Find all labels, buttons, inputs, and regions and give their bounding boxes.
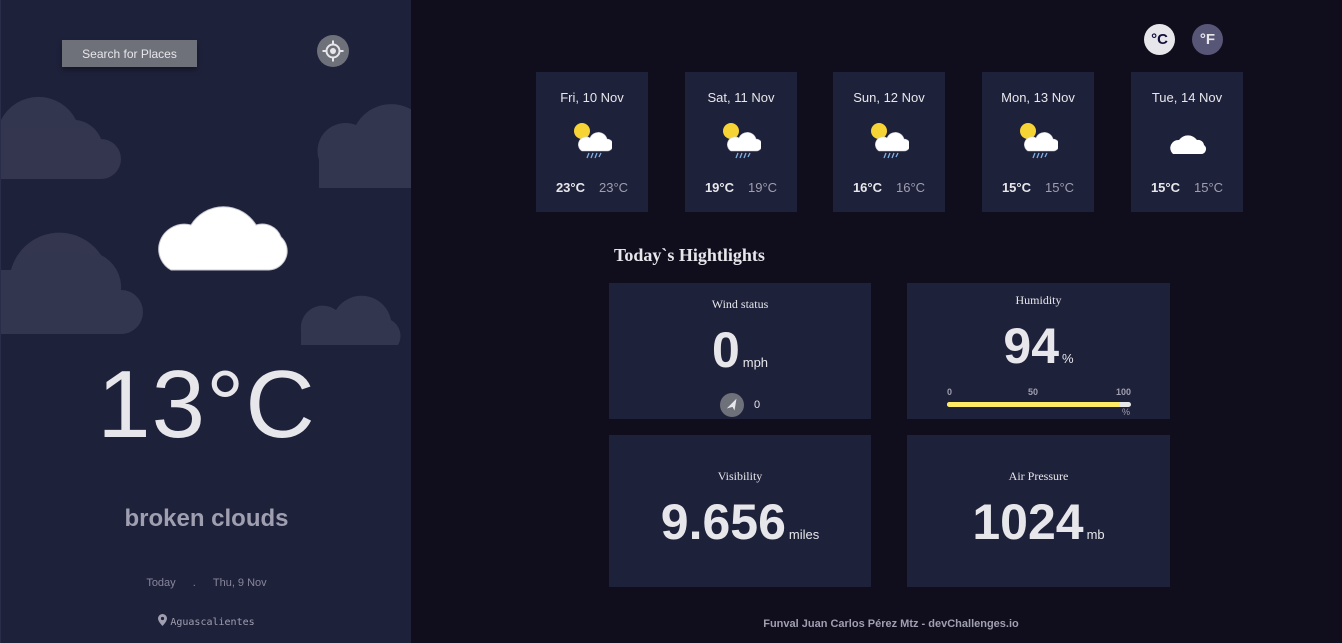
map-pin-icon [158,614,168,626]
forecast-max: 23°C [555,180,585,195]
crosshair-icon [322,40,344,62]
air-pressure-card: Air Pressure 1024 mb [907,435,1170,587]
current-date: Thu, 9 Nov [212,577,267,589]
forecast-min: 19°C [748,180,778,195]
scale-max: 100 [1115,387,1131,397]
forecast-temps: 16°C 16°C [833,180,945,195]
humidity-card: Humidity 94% 0 50 100 % [907,283,1170,419]
forecast-date: Sat, 11 Nov [707,90,775,105]
locate-button[interactable] [317,35,349,67]
wind-status-value-row: 0 mph [609,321,871,379]
cloud-icon [1167,120,1207,165]
forecast-date: Sun, 12 Nov [853,90,925,105]
search-places-button[interactable]: Search for Places [62,40,197,67]
forecast-card: Mon, 13 Nov 15°C 15°C [982,72,1094,212]
forecast-date: Fri, 10 Nov [560,90,624,105]
forecast-card: Sat, 11 Nov 19°C 19°C [685,72,797,212]
forecast-max: 15°C [1150,180,1180,195]
humidity-label: Humidity [1015,293,1062,307]
highlights-title: Today`s Hightlights [614,245,765,265]
forecast-temps: 15°C 15°C [1131,180,1243,195]
sun-cloud-rain-icon [721,120,763,165]
scale-unit: % [1121,407,1130,417]
sun-cloud-rain-icon [869,120,911,165]
footer: Funval Juan Carlos Pérez Mtz - devChalle… [763,618,1019,630]
current-temperature: 13°C [97,351,316,458]
forecast-date: Mon, 13 Nov [1001,90,1075,105]
forecast-max: 19°C [704,180,734,195]
air-pressure-value-row: 1024 mb [907,493,1170,551]
visibility-unit: miles [788,527,820,542]
date-row: Today . Thu, 9 Nov [1,577,411,589]
cloud-icon [158,206,288,271]
humidity-unit: % [1062,351,1074,366]
scale-min: 0 [947,387,953,397]
weather-description: broken clouds [124,505,289,532]
forecast-date: Tue, 14 Nov [1151,90,1223,105]
wind-direction: 0 [609,393,871,417]
forecast-temps: 23°C 23°C [536,180,648,195]
air-pressure-value: 1024 [972,494,1084,550]
navigation-arrow-icon [719,393,744,417]
celsius-button[interactable]: °C [1144,24,1175,55]
forecast-max: 15°C [1001,180,1031,195]
sun-cloud-rain-icon [1018,120,1060,165]
forecast-card: Sun, 12 Nov 16°C 16°C [833,72,945,212]
forecast-min: 23°C [599,180,629,195]
visibility-value: 9.656 [660,494,786,550]
location-name: Aguascalientes [170,617,255,628]
location: Aguascalientes [1,614,411,628]
forecast-card: Fri, 10 Nov 23°C 23°C [536,72,648,212]
wind-status-label: Wind status [711,297,769,311]
forecast-min: 16°C [896,180,926,195]
visibility-value-row: 9.656 miles [609,493,871,551]
forecast-temps: 19°C 19°C [685,180,797,195]
air-pressure-label: Air Pressure [1008,469,1069,483]
forecast-min: 15°C [1194,180,1224,195]
humidity-value: 94 [1003,318,1060,374]
forecast-card: Tue, 14 Nov 15°C 15°C [1131,72,1243,212]
visibility-card: Visibility 9.656 miles [609,435,871,587]
humidity-value-row: 94% [907,317,1170,375]
scale-mid: 50 [1028,387,1039,397]
wind-status-value: 0 [711,322,740,378]
forecast-min: 15°C [1045,180,1075,195]
sidebar: Search for Places 13°C broken clouds Tod… [0,0,411,643]
today-label: Today [146,577,176,589]
humidity-bar [947,402,1131,407]
forecast-temps: 15°C 15°C [982,180,1094,195]
forecast-max: 16°C [852,180,882,195]
humidity-bar-fill [947,402,1120,407]
sun-cloud-rain-icon [572,120,614,165]
date-separator: . [192,577,196,589]
air-pressure-unit: mb [1086,527,1105,542]
fahrenheit-button[interactable]: °F [1192,24,1223,55]
wind-status-card: Wind status 0 mph 0 [609,283,871,419]
wind-status-unit: mph [742,355,769,370]
visibility-label: Visibility [717,469,763,483]
wind-direction-value: 0 [753,399,761,411]
